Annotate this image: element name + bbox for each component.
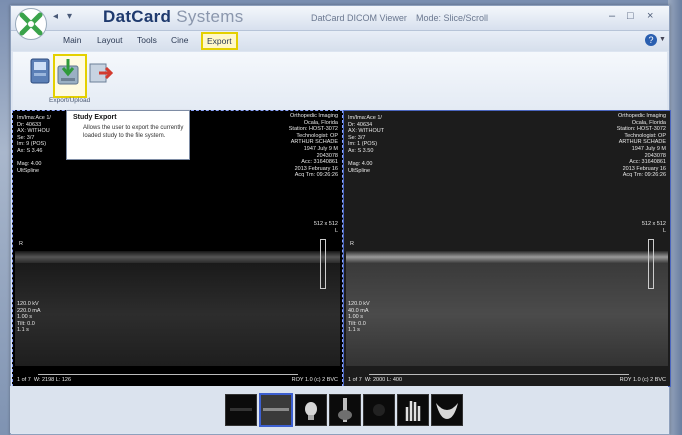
thumbnail-5[interactable] [363, 394, 395, 426]
tooltip-title: Study Export [73, 114, 117, 121]
thumbnail-2[interactable] [259, 393, 293, 427]
menu-cine[interactable]: Cine [171, 35, 188, 45]
app-logo-icon[interactable] [15, 8, 47, 40]
menu-tools[interactable]: Tools [137, 35, 157, 45]
tooltip-body: Allows the user to export the currently … [83, 125, 184, 139]
title-bar: ◂ ▾ DatCard Systems DatCard DICOM Viewer… [11, 6, 669, 40]
orientation-marker: R [19, 241, 23, 247]
quick-access-back-icon[interactable]: ◂ [53, 11, 58, 22]
help-icon[interactable]: ? [645, 34, 657, 46]
menu-export[interactable]: Export [201, 32, 238, 50]
brand-light: Systems [176, 7, 244, 26]
overlay-bottom-left: 120.0 kV 220.0 mA 1.00 s Tilt: 0.0 1.1 s [17, 301, 41, 334]
ct-scan-lower [15, 263, 340, 366]
viewport-right[interactable]: Im/Ima:Ace 1/ Dr: 40634 AX: WITHOUT Se: … [343, 110, 671, 387]
spine-thumb-icon [338, 398, 352, 422]
menu-main[interactable]: Main [63, 35, 81, 45]
maximize-icon[interactable]: □ [627, 10, 634, 22]
ct-scan-band [346, 251, 668, 263]
menu-layout[interactable]: Layout [97, 35, 123, 45]
overlay-matrix: 512 x 512 L [641, 221, 666, 234]
ct-scan-band [15, 251, 340, 263]
thumbnail-strip [10, 386, 668, 433]
window-level-bar[interactable] [320, 239, 326, 289]
overlay-top-left: Im/Ima:Ace 1/ Dr: 40634 AX: WITHOUT Se: … [348, 115, 385, 174]
mode-indicator: Mode: Slice/Scroll [416, 13, 489, 23]
quick-access-dropdown-icon[interactable]: ▾ [67, 11, 72, 22]
window-level-bar[interactable] [648, 239, 654, 289]
pelvis-thumb-icon [436, 403, 458, 419]
thumbnail-3[interactable] [295, 394, 327, 426]
scale-ruler [38, 374, 298, 378]
orientation-marker: R [350, 241, 354, 247]
skull-thumb-icon [305, 402, 317, 420]
overlay-bottom-right: ROY 1.0 (c) 2 BVC [619, 377, 666, 384]
upload-arrow-icon [89, 63, 114, 83]
overlay-top-left: Im/Ima:Ace 1/ Dr: 40633 AX: WITHOU Se: 3… [17, 115, 51, 174]
study-export-button[interactable] [53, 54, 87, 98]
brand-wordmark: DatCard Systems [103, 7, 244, 27]
scale-ruler [369, 374, 629, 378]
brand-bold: DatCard [103, 7, 172, 26]
disc-export-icon [30, 58, 50, 84]
thumbnail-4[interactable] [329, 394, 361, 426]
disc-export-button[interactable] [27, 56, 53, 94]
ct-dark-thumb-icon [230, 408, 252, 411]
overlay-status: 1 of 7 W: 2000 L: 400 [348, 377, 403, 384]
ribbon-panel: Export/Upload [13, 52, 667, 113]
study-export-icon [57, 59, 79, 85]
ribbon-group-label: Export/Upload [49, 97, 91, 104]
overlay-bottom-right: ROY 1.0 (c) 2 BVC [291, 377, 338, 384]
study-export-tooltip: Study Export Allows the user to export t… [66, 110, 190, 160]
thumbnail-1[interactable] [225, 394, 257, 426]
window-title: DatCard DICOM Viewer [311, 13, 407, 23]
dark-thumb-icon [373, 404, 385, 416]
thumbnail-6[interactable] [397, 394, 429, 426]
overlay-status: 1 of 7 W: 2198 L: 126 [17, 377, 72, 384]
menu-bar: Main Layout Tools Cine Export ? ▼ [11, 31, 669, 51]
ct-slice-thumb-icon [261, 395, 291, 425]
overlay-bottom-left: 120.0 kV 40.0 mA 1.00 s Tilt: 0.0 1.1 s [348, 301, 370, 334]
overlay-top-right: Orthopedic Imaging Ocala, Florida Statio… [288, 113, 338, 179]
upload-button[interactable] [87, 56, 114, 94]
overlay-top-right: Orthopedic Imaging Ocala, Florida Statio… [616, 113, 666, 179]
hand-thumb-icon [405, 401, 421, 421]
close-icon[interactable]: × [647, 10, 653, 22]
thumbnail-7[interactable] [431, 394, 463, 426]
ct-scan-lower [346, 263, 668, 366]
help-dropdown-icon[interactable]: ▼ [659, 36, 666, 43]
minimize-icon[interactable]: – [609, 10, 615, 22]
overlay-matrix: 512 x 512 L [313, 221, 338, 234]
